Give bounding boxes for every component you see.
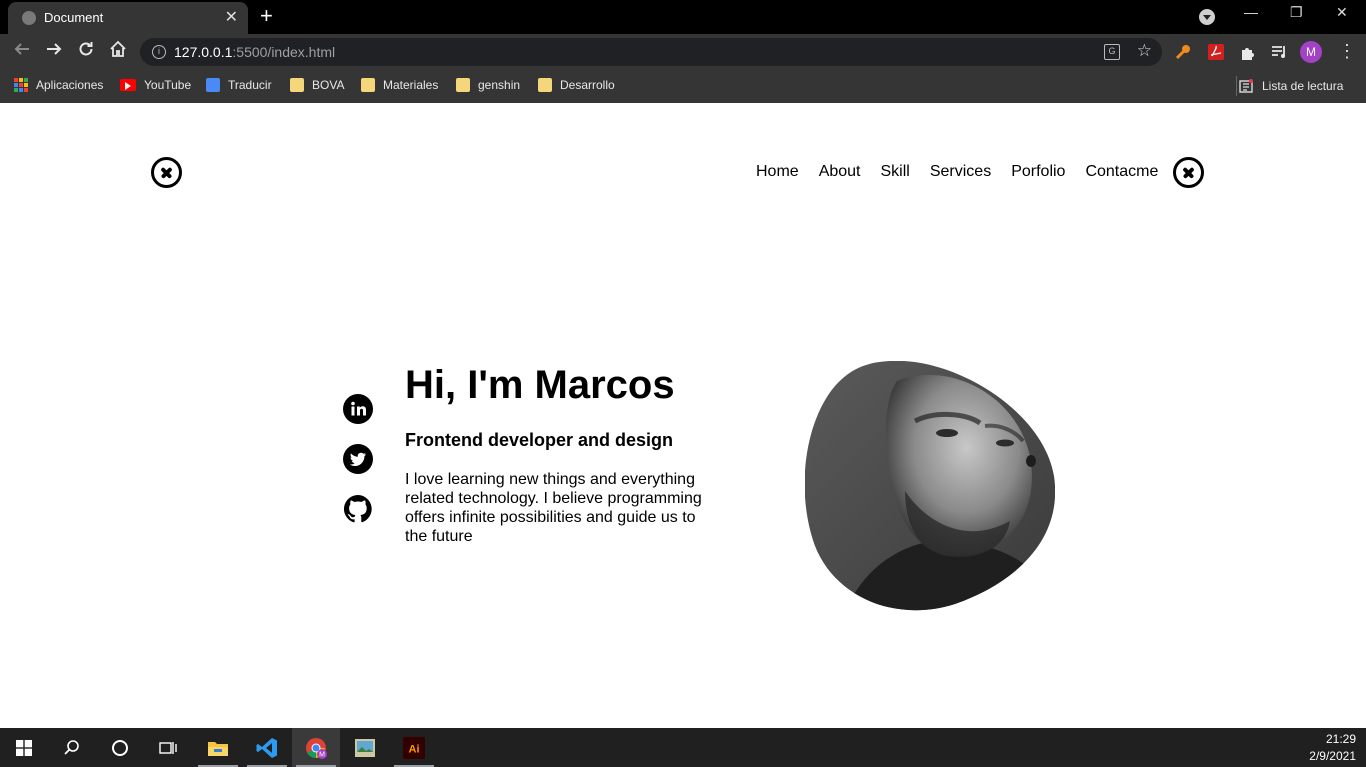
illustrator-logo-icon: Ai xyxy=(403,736,425,759)
reload-button[interactable] xyxy=(74,40,98,64)
menu-close-x-circle-icon[interactable] xyxy=(1173,157,1204,188)
bookmarks-bar: Aplicaciones YouTube Traducir BOVA Mater… xyxy=(0,70,1366,103)
chrome-profile-badge: M xyxy=(319,751,325,758)
windows-logo-icon xyxy=(16,739,32,756)
bookmark-label: Aplicaciones xyxy=(36,78,104,92)
folder-icon xyxy=(538,78,552,92)
site-info-icon[interactable]: i xyxy=(152,45,166,59)
twitter-icon[interactable] xyxy=(343,444,373,474)
reading-list-icon xyxy=(1239,79,1253,93)
reload-icon xyxy=(79,42,93,56)
task-view-glyph-icon xyxy=(159,741,177,754)
github-icon[interactable] xyxy=(343,494,373,524)
url-text: 127.0.0.1:5500/index.html xyxy=(174,44,335,60)
arrow-left-icon xyxy=(14,43,29,55)
media-queue-icon[interactable] xyxy=(1270,43,1288,61)
clock-time: 21:29 xyxy=(1325,732,1356,746)
tab-title: Document xyxy=(44,10,104,25)
pdf-extension-icon[interactable] xyxy=(1207,43,1225,61)
extensions-puzzle-icon[interactable] xyxy=(1239,43,1257,61)
photos-picture-icon xyxy=(355,738,375,757)
bookmark-materiales[interactable]: Materiales xyxy=(361,78,438,92)
vscode-icon[interactable] xyxy=(243,728,291,767)
folder-icon xyxy=(290,78,304,92)
bookmark-desarrollo[interactable]: Desarrollo xyxy=(538,78,615,92)
divider xyxy=(1236,76,1237,96)
bookmark-label: BOVA xyxy=(312,78,345,92)
main-nav: Home About Skill Services Porfolio Conta… xyxy=(756,163,1158,181)
bookmark-label: Materiales xyxy=(383,78,439,92)
home-button[interactable] xyxy=(106,40,130,64)
reading-list-button[interactable]: Lista de lectura xyxy=(1236,76,1344,96)
bookmark-star-icon[interactable]: ☆ xyxy=(1137,41,1152,61)
nav-link-skill[interactable]: Skill xyxy=(881,163,910,181)
bookmark-aplicaciones[interactable]: Aplicaciones xyxy=(14,78,103,92)
apps-grid-icon xyxy=(14,78,28,92)
bookmark-traducir[interactable]: Traducir xyxy=(206,78,272,92)
bookmark-label: genshin xyxy=(478,78,521,92)
photos-icon[interactable] xyxy=(341,728,389,767)
folder-icon xyxy=(361,78,375,92)
hero-description: I love learning new things and everythin… xyxy=(405,471,702,545)
logo-x-circle-icon[interactable] xyxy=(151,157,182,188)
forward-button[interactable] xyxy=(42,40,66,64)
magnifier-icon xyxy=(64,739,79,755)
windows-start-icon[interactable] xyxy=(0,728,48,767)
globe-icon xyxy=(22,11,36,25)
google-translate-icon xyxy=(206,78,220,92)
restore-button[interactable]: ❐ xyxy=(1290,4,1303,21)
browser-tab-strip: Document ✕ + — ❐ ✕ xyxy=(0,0,1366,34)
bookmark-label: Desarrollo xyxy=(560,78,615,92)
nav-link-home[interactable]: Home xyxy=(756,163,799,181)
system-clock[interactable]: 21:29 2/9/2021 xyxy=(1309,731,1356,765)
hero-title: Hi, I'm Marcos xyxy=(405,363,675,407)
browser-toolbar: i 127.0.0.1:5500/index.html G ☆ M ⋮ xyxy=(0,34,1366,70)
task-view-icon[interactable] xyxy=(144,728,192,767)
home-icon xyxy=(110,40,126,57)
reading-list-label: Lista de lectura xyxy=(1262,79,1344,93)
linkedin-icon[interactable] xyxy=(343,394,373,424)
wrench-extension-icon[interactable] xyxy=(1174,43,1192,61)
chrome-icon[interactable]: M xyxy=(292,728,340,767)
cortana-icon[interactable] xyxy=(96,728,144,767)
nav-link-porfolio[interactable]: Porfolio xyxy=(1011,163,1065,181)
tab-close-icon[interactable]: ✕ xyxy=(225,7,238,27)
back-button[interactable] xyxy=(10,40,34,64)
arrow-right-icon xyxy=(47,43,62,55)
profile-photo-blob xyxy=(805,361,1055,611)
address-bar[interactable]: i 127.0.0.1:5500/index.html G ☆ xyxy=(140,38,1162,66)
url-path: :5500/index.html xyxy=(232,44,336,60)
profile-avatar[interactable]: M xyxy=(1300,41,1322,63)
cortana-ring-icon xyxy=(112,739,128,756)
browser-tab[interactable]: Document ✕ xyxy=(8,2,248,34)
bookmark-bova[interactable]: BOVA xyxy=(290,78,344,92)
web-page: Home About Skill Services Porfolio Conta… xyxy=(0,103,1366,728)
search-icon[interactable] xyxy=(48,728,96,767)
nav-link-about[interactable]: About xyxy=(819,163,861,181)
bookmark-youtube[interactable]: YouTube xyxy=(120,78,191,92)
folder-yellow-icon xyxy=(208,741,228,756)
tab-search-dropdown-icon[interactable] xyxy=(1199,9,1215,25)
minimize-button[interactable]: — xyxy=(1244,4,1258,20)
url-host: 127.0.0.1 xyxy=(174,44,233,60)
clock-date: 2/9/2021 xyxy=(1309,749,1356,763)
close-window-button[interactable]: ✕ xyxy=(1336,4,1348,21)
new-tab-button[interactable]: + xyxy=(260,4,273,28)
windows-taskbar: M Ai 21:29 2/9/2021 xyxy=(0,728,1366,767)
nav-link-services[interactable]: Services xyxy=(930,163,991,181)
vscode-logo-icon xyxy=(256,737,277,758)
illustrator-icon[interactable]: Ai xyxy=(390,728,438,767)
file-explorer-icon[interactable] xyxy=(194,728,242,767)
bookmark-label: Traducir xyxy=(228,78,272,92)
illustrator-label: Ai xyxy=(409,743,420,755)
more-menu-icon[interactable]: ⋮ xyxy=(1338,41,1356,62)
nav-link-contacme[interactable]: Contacme xyxy=(1085,163,1158,181)
translate-icon[interactable]: G xyxy=(1104,44,1120,60)
hero-subtitle: Frontend developer and design xyxy=(405,430,674,450)
bookmark-genshin[interactable]: genshin xyxy=(456,78,520,92)
bookmark-label: YouTube xyxy=(144,78,192,92)
folder-icon xyxy=(456,78,470,92)
youtube-icon xyxy=(120,79,136,91)
chrome-logo-icon: M xyxy=(306,737,327,759)
